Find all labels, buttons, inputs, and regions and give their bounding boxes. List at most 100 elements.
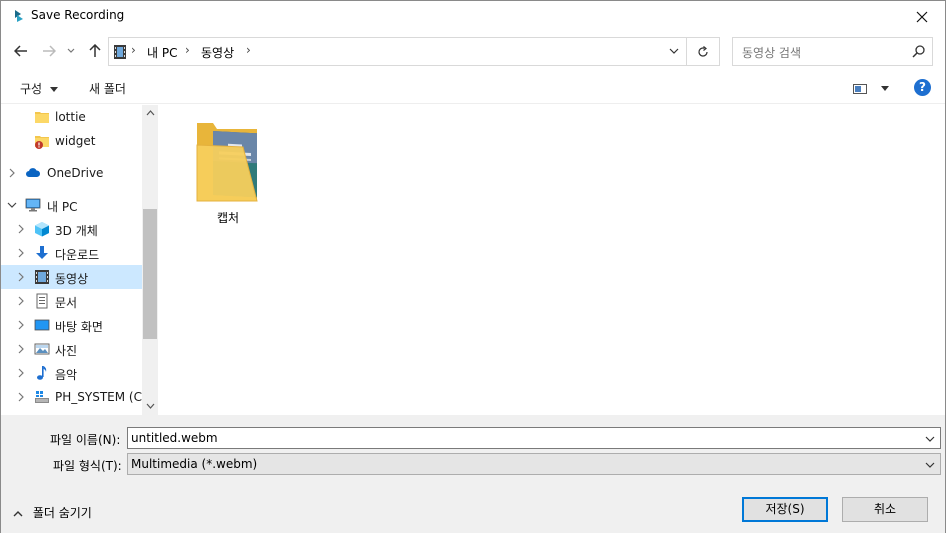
address-bar[interactable]: › 내 PC › 동영상 ›	[108, 37, 687, 66]
folder-label: 캡처	[216, 211, 240, 225]
forward-button[interactable]	[39, 40, 59, 62]
search-icon[interactable]	[912, 44, 926, 58]
nav-item-label: OneDrive	[47, 166, 104, 180]
folder-item-capture[interactable]: 캡처	[183, 117, 273, 227]
nav-item-videos[interactable]: 동영상	[1, 265, 142, 289]
breadcrumb-separator[interactable]: ›	[246, 43, 251, 57]
organize-label: 구성	[20, 82, 43, 96]
recent-locations-button[interactable]	[64, 40, 78, 62]
video-icon	[35, 270, 49, 284]
close-button[interactable]	[899, 1, 945, 32]
folder-with-preview-icon	[196, 123, 258, 202]
arrow-up-icon	[89, 44, 101, 57]
nav-item-desktop[interactable]: 바탕 화면	[1, 313, 142, 337]
hide-folders-toggle[interactable]: 폴더 숨기기	[13, 504, 92, 521]
cube-icon	[35, 222, 49, 237]
chevron-right-icon[interactable]	[16, 391, 26, 403]
organize-button[interactable]: 구성	[20, 80, 58, 97]
chevron-right-icon[interactable]	[16, 319, 26, 331]
filename-field[interactable]: untitled.webm	[127, 427, 941, 449]
window-title: Save Recording	[31, 8, 125, 22]
chevron-right-icon[interactable]	[7, 167, 17, 179]
nav-item-label: 동영상	[55, 272, 89, 286]
nav-pane-scrollbar[interactable]	[142, 105, 158, 415]
nav-item-label: 문서	[55, 296, 78, 310]
file-list[interactable]: 캡처	[158, 105, 945, 415]
breadcrumb-videos[interactable]: 동영상	[201, 44, 234, 61]
new-folder-button[interactable]: 새 폴더	[89, 80, 126, 97]
chevron-down-icon	[67, 48, 75, 53]
filetype-label: 파일 형식(T):	[53, 459, 122, 473]
video-icon	[114, 45, 126, 59]
nav-item-pictures[interactable]: 사진	[1, 337, 142, 361]
caret-down-icon	[880, 86, 889, 91]
nav-item-lottie[interactable]: lottie	[1, 105, 142, 129]
chevron-right-icon[interactable]	[16, 367, 26, 379]
arrow-left-icon	[14, 45, 27, 57]
hide-folders-label: 폴더 숨기기	[32, 506, 92, 520]
filename-label: 파일 이름(N):	[50, 433, 121, 447]
refresh-icon	[698, 45, 708, 57]
nav-item-label: 사진	[55, 344, 78, 358]
download-icon	[36, 246, 48, 259]
navigation-pane: lottie widget OneDrive 내 PC 3D 개체 다운로드 동…	[1, 105, 158, 415]
pictures-icon	[34, 343, 50, 355]
nav-item-label: lottie	[55, 110, 86, 124]
help-button[interactable]: ?	[914, 79, 931, 96]
chevron-right-icon[interactable]	[16, 247, 26, 259]
app-icon	[15, 10, 23, 22]
chevron-right-icon[interactable]	[16, 343, 26, 355]
nav-item-music[interactable]: 음악	[1, 361, 142, 385]
chevron-right-icon[interactable]	[16, 271, 26, 283]
refresh-button[interactable]	[687, 37, 720, 66]
cancel-button[interactable]: 취소	[842, 497, 928, 522]
chevron-down-icon	[925, 462, 935, 468]
filename-value[interactable]: untitled.webm	[131, 431, 218, 445]
back-button[interactable]	[11, 40, 31, 62]
nav-item-label: 다운로드	[55, 248, 100, 262]
music-icon	[37, 366, 47, 380]
nav-item-documents[interactable]: 문서	[1, 289, 142, 313]
caret-down-icon	[49, 87, 58, 92]
nav-item-label: widget	[55, 134, 96, 148]
close-icon	[916, 11, 928, 22]
pc-icon	[25, 198, 41, 212]
save-panel: 파일 이름(N): untitled.webm 파일 형식(T): Multim…	[1, 415, 945, 533]
chevron-right-icon[interactable]	[16, 223, 26, 235]
nav-item-widget[interactable]: widget	[1, 129, 142, 153]
nav-item-downloads[interactable]: 다운로드	[1, 241, 142, 265]
up-button[interactable]	[85, 40, 105, 62]
view-options-button[interactable]	[853, 81, 889, 95]
nav-item-label: 음악	[55, 368, 78, 382]
scroll-down-icon[interactable]	[145, 402, 155, 412]
search-input[interactable]: 동영상 검색	[742, 44, 801, 61]
breadcrumb-separator[interactable]: ›	[131, 43, 136, 57]
chevron-right-icon[interactable]	[16, 295, 26, 307]
nav-item-label: 3D 개체	[55, 224, 98, 238]
scroll-up-icon[interactable]	[145, 109, 155, 119]
folder-icon	[35, 112, 49, 123]
breadcrumb-separator[interactable]: ›	[185, 43, 190, 57]
nav-item-label: 바탕 화면	[55, 320, 103, 334]
nav-item-label: PH_SYSTEM (C:)	[55, 390, 151, 404]
command-bar: 구성 새 폴더 ?	[1, 71, 945, 104]
title-bar: Save Recording	[1, 1, 945, 32]
chevron-down-icon[interactable]	[7, 199, 17, 211]
chevron-down-icon[interactable]	[668, 45, 680, 57]
arrow-right-icon	[43, 45, 56, 57]
save-button[interactable]: 저장(S)	[742, 497, 828, 522]
nav-item-onedrive[interactable]: OneDrive	[1, 161, 142, 185]
view-icon	[853, 83, 867, 94]
nav-item-drive-c[interactable]: PH_SYSTEM (C:)	[1, 385, 151, 409]
nav-item-this-pc[interactable]: 내 PC	[1, 193, 142, 217]
chevron-down-icon[interactable]	[925, 434, 935, 444]
search-box[interactable]: 동영상 검색	[732, 37, 933, 66]
nav-item-label: 내 PC	[47, 200, 78, 214]
breadcrumb-my-pc[interactable]: 내 PC	[147, 44, 177, 61]
drive-icon	[35, 391, 49, 403]
scrollbar-thumb[interactable]	[143, 209, 157, 339]
save-dialog: Save Recording › 내 PC › 동영상 › 동영상 검색 구성 …	[0, 0, 946, 533]
filetype-select[interactable]: Multimedia (*.webm)	[127, 453, 941, 475]
cloud-icon	[26, 168, 41, 177]
nav-item-3d-objects[interactable]: 3D 개체	[1, 217, 142, 241]
